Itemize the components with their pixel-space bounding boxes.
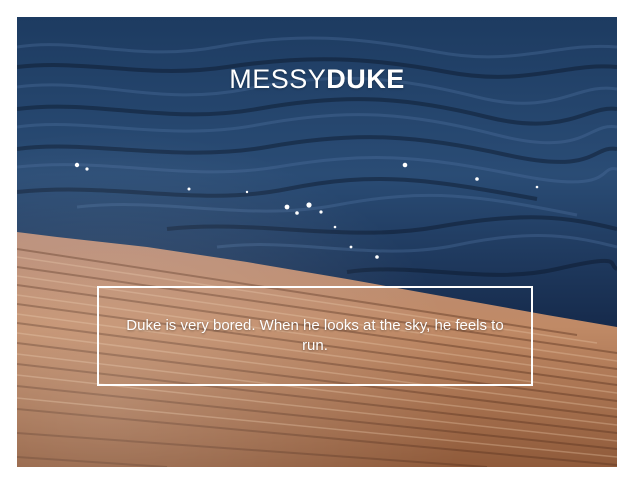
hero-image: MESSYDUKE Duke is very bored. When he lo… (17, 17, 617, 467)
caption-text: Duke is very bored. When he looks at the… (126, 317, 504, 354)
caption-box: Duke is very bored. When he looks at the… (97, 286, 533, 386)
brand-logo[interactable]: MESSYDUKE (17, 61, 617, 97)
brand-logo-light: MESSY (229, 64, 327, 94)
brand-logo-bold: DUKE (326, 64, 405, 94)
